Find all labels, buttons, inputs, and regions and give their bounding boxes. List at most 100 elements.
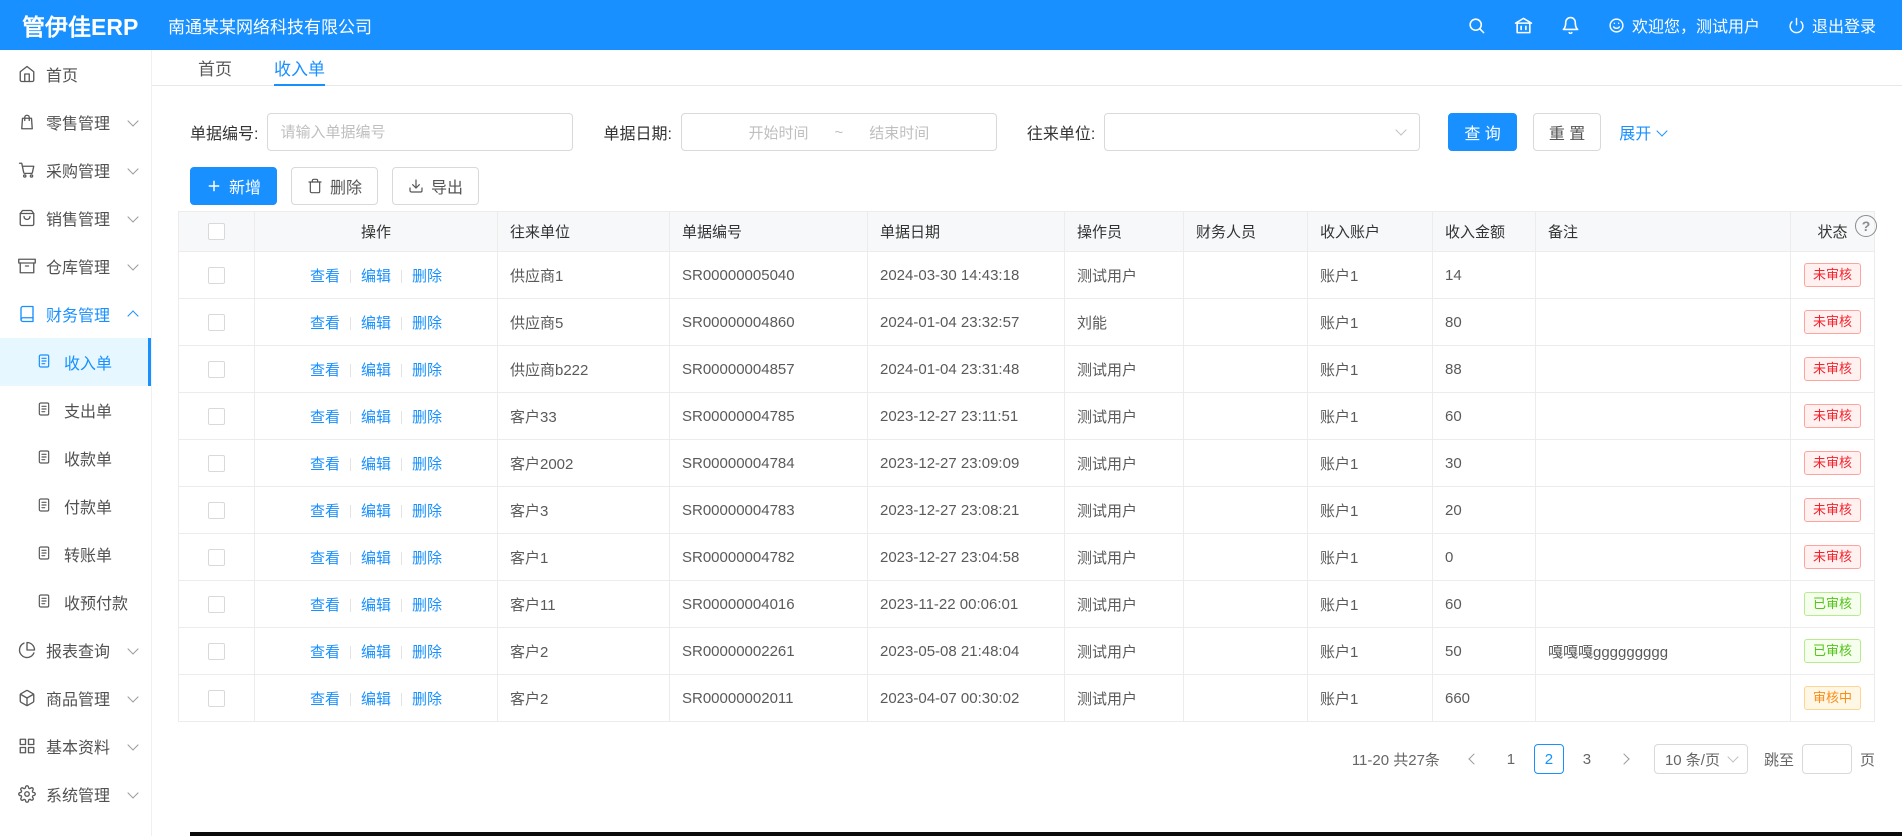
bell-icon[interactable] (1561, 16, 1580, 35)
delete-link[interactable]: 删除 (412, 550, 442, 567)
help-icon[interactable]: ? (1855, 215, 1877, 237)
row-checkbox[interactable] (208, 690, 225, 707)
view-link[interactable]: 查看 (310, 550, 340, 567)
delete-link[interactable]: 删除 (412, 691, 442, 708)
sidebar-subitem-payment-bill[interactable]: 付款单 (0, 482, 151, 530)
edit-link[interactable]: 编辑 (361, 550, 391, 567)
view-link[interactable]: 查看 (310, 597, 340, 614)
page-button-3[interactable]: 3 (1572, 744, 1602, 774)
logout-button[interactable]: 退出登录 (1788, 13, 1876, 37)
row-checkbox[interactable] (208, 408, 225, 425)
edit-link[interactable]: 编辑 (361, 268, 391, 285)
view-link[interactable]: 查看 (310, 268, 340, 285)
sidebar-item-retail[interactable]: 零售管理 (0, 98, 151, 146)
edit-link[interactable]: 编辑 (361, 691, 391, 708)
cell-amount: 88 (1433, 346, 1536, 393)
cell-amount: 60 (1433, 393, 1536, 440)
income-table: 操作 往来单位 单据编号 单据日期 操作员 财务人员 收入账户 收入金额 备注 … (178, 211, 1875, 722)
view-link[interactable]: 查看 (310, 644, 340, 661)
search-button[interactable]: 查 询 (1448, 113, 1516, 151)
edit-link[interactable]: 编辑 (361, 644, 391, 661)
top-header: 管伊佳ERP 南通某某网络科技有限公司 欢迎您，测试用户 退出登录 (0, 0, 1902, 50)
prev-page-button[interactable] (1458, 744, 1488, 774)
cell-bill-no: SR00000004860 (670, 299, 868, 346)
delete-link[interactable]: 删除 (412, 597, 442, 614)
sidebar-item-sales[interactable]: 销售管理 (0, 194, 151, 242)
jump-to-input[interactable] (1802, 744, 1852, 774)
view-link[interactable]: 查看 (310, 362, 340, 379)
delete-link[interactable]: 删除 (412, 456, 442, 473)
table-row: 查看编辑删除 供应商1 SR00000005040 2024-03-30 14:… (179, 252, 1875, 299)
divider (350, 317, 351, 330)
building-icon[interactable] (1514, 16, 1533, 35)
next-page-button[interactable] (1610, 744, 1640, 774)
cell-bill-no: SR00000002011 (670, 675, 868, 722)
sidebar-subitem-transfer-bill[interactable]: 转账单 (0, 530, 151, 578)
add-button[interactable]: 新增 (190, 167, 277, 205)
cell-account: 账户1 (1308, 534, 1433, 581)
partner-select[interactable] (1104, 113, 1420, 151)
view-link[interactable]: 查看 (310, 409, 340, 426)
row-actions: 查看 编辑 删除 (255, 581, 498, 628)
sidebar-subitem-advance-receipt[interactable]: 收预付款 (0, 578, 151, 626)
row-checkbox[interactable] (208, 361, 225, 378)
sidebar-item-warehouse[interactable]: 仓库管理 (0, 242, 151, 290)
sidebar-item-finance[interactable]: 财务管理 (0, 290, 151, 338)
view-link[interactable]: 查看 (310, 691, 340, 708)
sidebar-subitem-receipt-bill[interactable]: 收款单 (0, 434, 151, 482)
row-checkbox[interactable] (208, 596, 225, 613)
sidebar-item-purchase[interactable]: 采购管理 (0, 146, 151, 194)
bill-no-input[interactable] (267, 113, 573, 151)
tab-home[interactable]: 首页 (198, 50, 232, 86)
chevron-down-icon (127, 211, 138, 222)
edit-link[interactable]: 编辑 (361, 409, 391, 426)
sidebar-item-goods[interactable]: 商品管理 (0, 674, 151, 722)
page-size-select[interactable]: 10 条/页 (1654, 744, 1748, 774)
edit-link[interactable]: 编辑 (361, 315, 391, 332)
export-button[interactable]: 导出 (392, 167, 479, 205)
delete-button[interactable]: 删除 (291, 167, 378, 205)
sidebar-item-basic-data[interactable]: 基本资料 (0, 722, 151, 770)
view-link[interactable]: 查看 (310, 503, 340, 520)
view-link[interactable]: 查看 (310, 315, 340, 332)
view-link[interactable]: 查看 (310, 456, 340, 473)
app-logo[interactable]: 管伊佳ERP (0, 8, 152, 42)
row-checkbox[interactable] (208, 643, 225, 660)
delete-link[interactable]: 删除 (412, 503, 442, 520)
sidebar-item-home[interactable]: 首页 (0, 50, 151, 98)
edit-link[interactable]: 编辑 (361, 362, 391, 379)
date-start-input[interactable]: 开始时间 (749, 122, 809, 143)
sidebar-subitem-expense-receipt[interactable]: 支出单 (0, 386, 151, 434)
sidebar-item-system[interactable]: 系统管理 (0, 770, 151, 818)
sidebar-item-reports[interactable]: 报表查询 (0, 626, 151, 674)
delete-link[interactable]: 删除 (412, 409, 442, 426)
divider (350, 364, 351, 377)
row-checkbox[interactable] (208, 267, 225, 284)
tab-income-receipt[interactable]: 收入单 (274, 50, 325, 86)
divider (401, 364, 402, 377)
date-range-picker[interactable]: 开始时间 ~ 结束时间 (681, 113, 997, 151)
date-end-input[interactable]: 结束时间 (869, 122, 929, 143)
delete-link[interactable]: 删除 (412, 644, 442, 661)
edit-link[interactable]: 编辑 (361, 503, 391, 520)
edit-link[interactable]: 编辑 (361, 597, 391, 614)
row-checkbox[interactable] (208, 314, 225, 331)
search-icon[interactable] (1467, 16, 1486, 35)
delete-link[interactable]: 删除 (412, 315, 442, 332)
cell-remark: 嘎嘎嘎ggggggggg (1536, 628, 1791, 675)
reset-button[interactable]: 重 置 (1533, 113, 1601, 151)
row-checkbox[interactable] (208, 549, 225, 566)
page-button-1[interactable]: 1 (1496, 744, 1526, 774)
delete-link[interactable]: 删除 (412, 268, 442, 285)
row-checkbox[interactable] (208, 502, 225, 519)
row-checkbox[interactable] (208, 455, 225, 472)
page-button-2[interactable]: 2 (1534, 744, 1564, 774)
delete-link[interactable]: 删除 (412, 362, 442, 379)
user-menu[interactable]: 欢迎您，测试用户 (1608, 13, 1760, 37)
sidebar-subitem-income-receipt[interactable]: 收入单 (0, 338, 151, 386)
expand-toggle[interactable]: 展开 (1619, 120, 1666, 144)
edit-link[interactable]: 编辑 (361, 456, 391, 473)
row-checkbox-cell (179, 581, 255, 628)
select-all-checkbox[interactable] (208, 223, 225, 240)
cell-operator: 刘能 (1065, 299, 1184, 346)
